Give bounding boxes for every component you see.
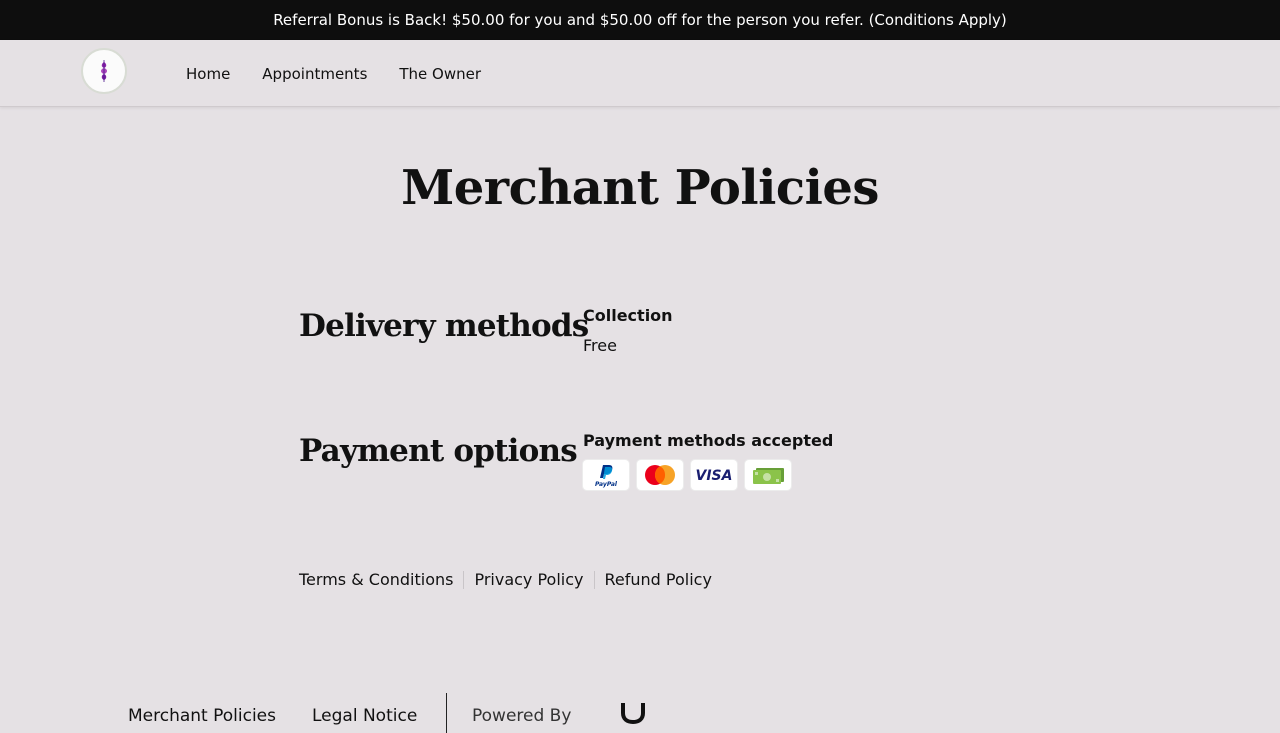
divider [463, 570, 465, 589]
privacy-policy-link[interactable]: Privacy Policy [474, 570, 583, 589]
delivery-method-price: Free [583, 336, 617, 355]
payment-options-heading: Payment options [299, 433, 578, 469]
delivery-method-name: Collection [583, 306, 673, 325]
terms-conditions-link[interactable]: Terms & Conditions [299, 570, 453, 589]
announcement-text: Referral Bonus is Back! $50.00 for you a… [273, 11, 1007, 29]
site-header: Home Appointments The Owner [0, 40, 1280, 107]
footer-legal-notice-link[interactable]: Legal Notice [312, 706, 417, 726]
page-title: Merchant Policies [401, 160, 879, 216]
paypal-icon: PayPal [583, 460, 629, 490]
brand-logo-icon[interactable] [620, 701, 646, 731]
delivery-methods-heading: Delivery methods [299, 308, 589, 344]
visa-icon: VISA [691, 460, 737, 490]
divider [593, 570, 595, 589]
mastercard-icon [637, 460, 683, 490]
main-nav: Home Appointments The Owner [186, 40, 513, 107]
nav-appointments[interactable]: Appointments [262, 65, 367, 83]
policy-links: Terms & Conditions Privacy Policy Refund… [299, 570, 712, 589]
payment-methods-label: Payment methods accepted [583, 431, 834, 450]
footer-divider [446, 693, 447, 733]
powered-by-label: Powered By [472, 706, 572, 726]
refund-policy-link[interactable]: Refund Policy [605, 570, 712, 589]
payment-methods-list: PayPal VISA [583, 460, 791, 490]
cash-icon [745, 460, 791, 490]
nav-home[interactable]: Home [186, 65, 230, 83]
svg-text:PayPal: PayPal [595, 481, 618, 488]
site-footer: Merchant Policies Legal Notice Powered B… [0, 690, 1280, 733]
footer-merchant-policies-link[interactable]: Merchant Policies [128, 706, 276, 726]
svg-text:VISA: VISA [696, 468, 733, 484]
announcement-bar[interactable]: Referral Bonus is Back! $50.00 for you a… [0, 0, 1280, 40]
nav-the-owner[interactable]: The Owner [399, 65, 481, 83]
orchid-logo-icon[interactable] [81, 48, 127, 94]
